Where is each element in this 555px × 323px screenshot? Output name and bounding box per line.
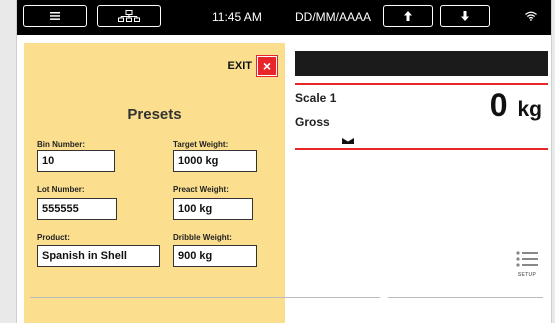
arrow-down-icon [461, 11, 469, 21]
scale-mode: Gross [295, 115, 330, 129]
scale-bottom-divider [295, 148, 548, 150]
bin-number-input[interactable]: 10 [37, 150, 115, 172]
menu-button[interactable] [23, 5, 87, 27]
product-label: Product: [37, 233, 70, 242]
weight-unit: kg [517, 98, 542, 121]
bin-number-label: Bin Number: [37, 140, 85, 149]
scale-name: Scale 1 [295, 91, 337, 105]
network-icon [118, 10, 140, 22]
screen: 11:45 AM DD/MM/AAAA EXIT × Presets Bin N… [16, 0, 552, 323]
presets-title: Presets [127, 106, 182, 123]
date-format: DD/MM/AAAA [295, 10, 372, 24]
list-icon [516, 251, 538, 267]
wifi-icon[interactable] [525, 11, 537, 21]
network-button[interactable] [97, 5, 161, 27]
clock: 11:45 AM [212, 10, 262, 24]
target-weight-input[interactable]: 1000 kg [173, 150, 257, 172]
lot-number-label: Lot Number: [37, 185, 85, 194]
product-input[interactable]: Spanish in Shell [37, 245, 160, 267]
lot-number-input[interactable]: 555555 [37, 198, 117, 220]
bottom-divider-right [388, 297, 543, 298]
bottom-divider-left [30, 297, 380, 298]
target-weight-label: Target Weight: [173, 140, 229, 149]
exit-button[interactable]: EXIT × [228, 56, 277, 76]
preact-weight-input[interactable]: 100 kg [173, 198, 253, 220]
upload-button[interactable] [383, 5, 433, 27]
weight-value: 0 [489, 87, 508, 123]
exit-label: EXIT [227, 60, 252, 72]
preact-weight-label: Preact Weight: [173, 185, 229, 194]
center-of-zero-icon [342, 138, 354, 144]
close-icon[interactable]: × [257, 56, 277, 76]
scale-message-bar [295, 51, 548, 76]
top-bar: 11:45 AM DD/MM/AAAA [17, 0, 551, 35]
setup-button[interactable]: SETUP [515, 251, 539, 278]
setup-label: SETUP [517, 272, 537, 278]
scale-reading: 0 kg [490, 87, 542, 124]
scale-top-divider [295, 83, 548, 85]
download-button[interactable] [440, 5, 490, 27]
arrow-up-icon [404, 11, 412, 21]
scale-panel: Scale 1 Gross 0 kg SETUP [295, 43, 548, 323]
menu-icon [50, 12, 60, 20]
presets-panel: EXIT × Presets Bin Number: 10 Target Wei… [24, 43, 285, 323]
dribble-weight-label: Dribble Weight: [173, 233, 232, 242]
dribble-weight-input[interactable]: 900 kg [173, 245, 257, 267]
